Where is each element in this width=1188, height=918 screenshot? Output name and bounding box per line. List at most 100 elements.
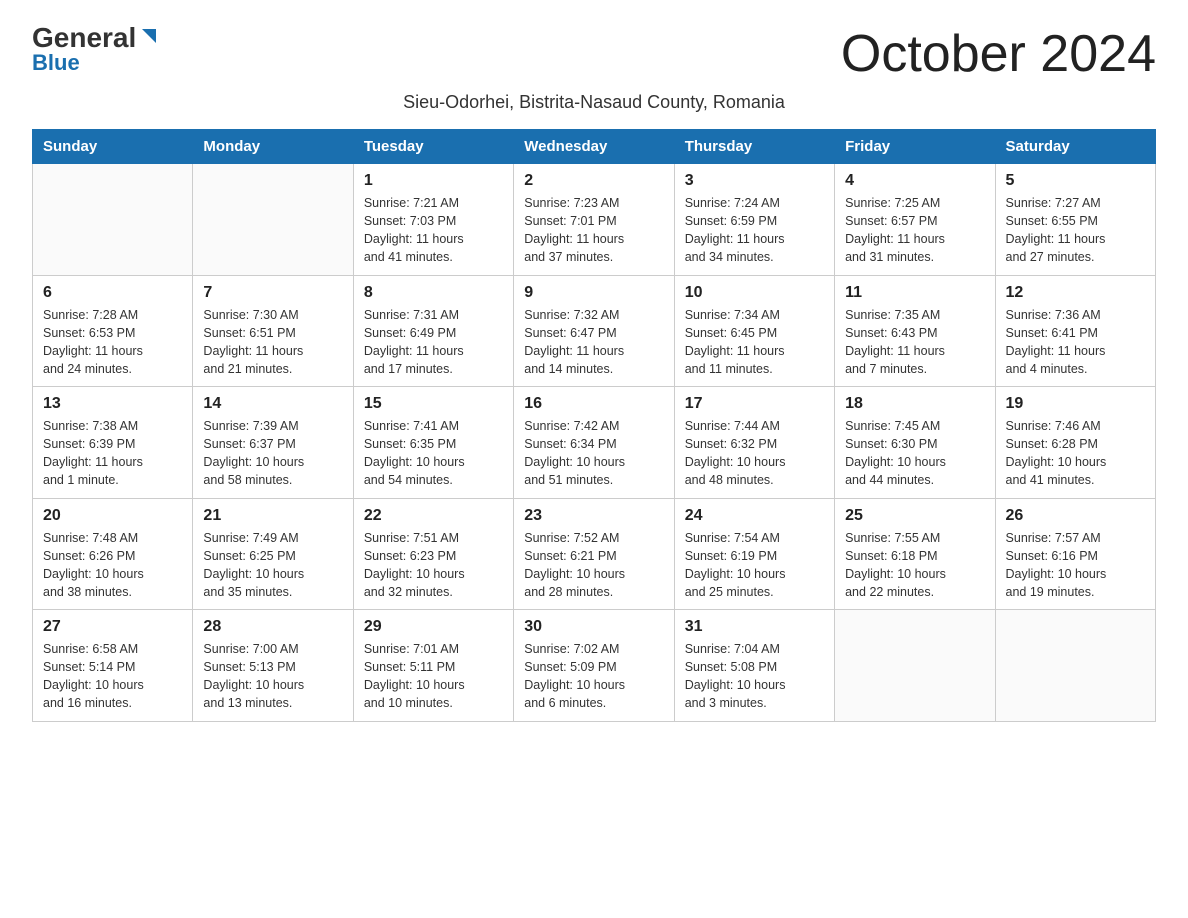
calendar-cell: 30Sunrise: 7:02 AM Sunset: 5:09 PM Dayli… — [514, 610, 674, 722]
calendar-cell: 18 Sunrise: 7:45 AM Sunset: 6:30 PM Dayli… — [835, 387, 995, 499]
cell-day-number: 8 — [364, 284, 503, 302]
cell-info-text: Sunrise: 7:38 AM Sunset: 6:39 PM Dayligh… — [43, 417, 182, 490]
calendar-cell: 4 Sunrise: 7:25 AM Sunset: 6:57 PM Daylig… — [835, 164, 995, 276]
calendar-cell: 17 Sunrise: 7:44 AM Sunset: 6:32 PM Dayli… — [674, 387, 834, 499]
calendar-cell: 25 Sunrise: 7:55 AM Sunset: 6:18 PM Dayli… — [835, 498, 995, 610]
cell-day-number: 3 — [685, 172, 824, 190]
cell-info-text: Sunrise: 7:02 AM Sunset: 5:09 PM Dayligh… — [524, 640, 663, 713]
cell-info-text: Sunrise: 7:34 AM Sunset: 6:45 PM Dayligh… — [685, 306, 824, 379]
cell-day-number: 22 — [364, 507, 503, 525]
cell-day-number: 18 — [845, 395, 984, 413]
calendar-header-thursday: Thursday — [674, 130, 834, 164]
cell-info-text: Sunrise: 7:42 AM Sunset: 6:34 PM Dayligh… — [524, 417, 663, 490]
cell-day-number: 6 — [43, 284, 182, 302]
cell-day-number: 10 — [685, 284, 824, 302]
cell-day-number: 27 — [43, 618, 182, 636]
cell-day-number: 23 — [524, 507, 663, 525]
calendar: SundayMondayTuesdayWednesdayThursdayFrid… — [32, 129, 1156, 722]
calendar-cell: 20 Sunrise: 7:48 AM Sunset: 6:26 PM Dayli… — [33, 498, 193, 610]
cell-info-text: Sunrise: 7:04 AM Sunset: 5:08 PM Dayligh… — [685, 640, 824, 713]
calendar-cell: 24 Sunrise: 7:54 AM Sunset: 6:19 PM Dayli… — [674, 498, 834, 610]
cell-info-text: Sunrise: 7:32 AM Sunset: 6:47 PM Dayligh… — [524, 306, 663, 379]
calendar-cell: 14Sunrise: 7:39 AM Sunset: 6:37 PM Dayli… — [193, 387, 353, 499]
cell-info-text: Sunrise: 7:49 AM Sunset: 6:25 PM Dayligh… — [203, 529, 342, 602]
cell-info-text: Sunrise: 7:45 AM Sunset: 6:30 PM Dayligh… — [845, 417, 984, 490]
cell-day-number: 13 — [43, 395, 182, 413]
logo-triangle-icon — [138, 25, 160, 47]
cell-day-number: 11 — [845, 284, 984, 302]
logo-blue: Blue — [32, 50, 80, 76]
cell-day-number: 20 — [43, 507, 182, 525]
cell-info-text: Sunrise: 7:00 AM Sunset: 5:13 PM Dayligh… — [203, 640, 342, 713]
cell-info-text: Sunrise: 6:58 AM Sunset: 5:14 PM Dayligh… — [43, 640, 182, 713]
calendar-cell — [995, 610, 1155, 722]
cell-info-text: Sunrise: 7:25 AM Sunset: 6:57 PM Dayligh… — [845, 194, 984, 267]
cell-day-number: 12 — [1006, 284, 1145, 302]
calendar-cell — [33, 164, 193, 276]
calendar-cell: 19Sunrise: 7:46 AM Sunset: 6:28 PM Dayli… — [995, 387, 1155, 499]
calendar-week-row: 13 Sunrise: 7:38 AM Sunset: 6:39 PM Dayli… — [33, 387, 1156, 499]
calendar-cell: 5Sunrise: 7:27 AM Sunset: 6:55 PM Daylig… — [995, 164, 1155, 276]
cell-info-text: Sunrise: 7:30 AM Sunset: 6:51 PM Dayligh… — [203, 306, 342, 379]
cell-info-text: Sunrise: 7:01 AM Sunset: 5:11 PM Dayligh… — [364, 640, 503, 713]
calendar-header-wednesday: Wednesday — [514, 130, 674, 164]
cell-day-number: 16 — [524, 395, 663, 413]
cell-info-text: Sunrise: 7:51 AM Sunset: 6:23 PM Dayligh… — [364, 529, 503, 602]
calendar-cell: 7 Sunrise: 7:30 AM Sunset: 6:51 PM Daylig… — [193, 275, 353, 387]
cell-info-text: Sunrise: 7:55 AM Sunset: 6:18 PM Dayligh… — [845, 529, 984, 602]
cell-info-text: Sunrise: 7:48 AM Sunset: 6:26 PM Dayligh… — [43, 529, 182, 602]
calendar-cell — [193, 164, 353, 276]
cell-info-text: Sunrise: 7:57 AM Sunset: 6:16 PM Dayligh… — [1006, 529, 1145, 602]
calendar-header-tuesday: Tuesday — [353, 130, 513, 164]
calendar-header-friday: Friday — [835, 130, 995, 164]
calendar-header-row: SundayMondayTuesdayWednesdayThursdayFrid… — [33, 130, 1156, 164]
cell-day-number: 31 — [685, 618, 824, 636]
calendar-week-row: 27 Sunrise: 6:58 AM Sunset: 5:14 PM Dayli… — [33, 610, 1156, 722]
cell-day-number: 14 — [203, 395, 342, 413]
calendar-cell: 22 Sunrise: 7:51 AM Sunset: 6:23 PM Dayli… — [353, 498, 513, 610]
cell-info-text: Sunrise: 7:28 AM Sunset: 6:53 PM Dayligh… — [43, 306, 182, 379]
calendar-week-row: 1Sunrise: 7:21 AM Sunset: 7:03 PM Daylig… — [33, 164, 1156, 276]
calendar-cell: 29Sunrise: 7:01 AM Sunset: 5:11 PM Dayli… — [353, 610, 513, 722]
cell-info-text: Sunrise: 7:21 AM Sunset: 7:03 PM Dayligh… — [364, 194, 503, 267]
cell-day-number: 4 — [845, 172, 984, 190]
cell-info-text: Sunrise: 7:35 AM Sunset: 6:43 PM Dayligh… — [845, 306, 984, 379]
cell-day-number: 25 — [845, 507, 984, 525]
calendar-header-saturday: Saturday — [995, 130, 1155, 164]
cell-info-text: Sunrise: 7:44 AM Sunset: 6:32 PM Dayligh… — [685, 417, 824, 490]
page-title: October 2024 — [841, 24, 1156, 84]
cell-info-text: Sunrise: 7:52 AM Sunset: 6:21 PM Dayligh… — [524, 529, 663, 602]
cell-info-text: Sunrise: 7:41 AM Sunset: 6:35 PM Dayligh… — [364, 417, 503, 490]
calendar-header-sunday: Sunday — [33, 130, 193, 164]
cell-day-number: 5 — [1006, 172, 1145, 190]
cell-day-number: 7 — [203, 284, 342, 302]
cell-day-number: 2 — [524, 172, 663, 190]
calendar-cell: 1Sunrise: 7:21 AM Sunset: 7:03 PM Daylig… — [353, 164, 513, 276]
subtitle: Sieu-Odorhei, Bistrita-Nasaud County, Ro… — [32, 92, 1156, 113]
calendar-cell: 23 Sunrise: 7:52 AM Sunset: 6:21 PM Dayli… — [514, 498, 674, 610]
cell-day-number: 19 — [1006, 395, 1145, 413]
cell-day-number: 28 — [203, 618, 342, 636]
cell-day-number: 9 — [524, 284, 663, 302]
calendar-cell: 12 Sunrise: 7:36 AM Sunset: 6:41 PM Dayli… — [995, 275, 1155, 387]
cell-info-text: Sunrise: 7:54 AM Sunset: 6:19 PM Dayligh… — [685, 529, 824, 602]
calendar-cell: 15 Sunrise: 7:41 AM Sunset: 6:35 PM Dayli… — [353, 387, 513, 499]
cell-day-number: 15 — [364, 395, 503, 413]
calendar-cell: 13 Sunrise: 7:38 AM Sunset: 6:39 PM Dayli… — [33, 387, 193, 499]
cell-info-text: Sunrise: 7:31 AM Sunset: 6:49 PM Dayligh… — [364, 306, 503, 379]
calendar-cell: 11 Sunrise: 7:35 AM Sunset: 6:43 PM Dayli… — [835, 275, 995, 387]
calendar-cell: 16 Sunrise: 7:42 AM Sunset: 6:34 PM Dayli… — [514, 387, 674, 499]
calendar-cell: 9 Sunrise: 7:32 AM Sunset: 6:47 PM Daylig… — [514, 275, 674, 387]
cell-day-number: 24 — [685, 507, 824, 525]
calendar-week-row: 20 Sunrise: 7:48 AM Sunset: 6:26 PM Dayli… — [33, 498, 1156, 610]
logo: General Blue — [32, 24, 160, 76]
calendar-cell: 26Sunrise: 7:57 AM Sunset: 6:16 PM Dayli… — [995, 498, 1155, 610]
calendar-header-monday: Monday — [193, 130, 353, 164]
cell-info-text: Sunrise: 7:36 AM Sunset: 6:41 PM Dayligh… — [1006, 306, 1145, 379]
calendar-cell: 31 Sunrise: 7:04 AM Sunset: 5:08 PM Dayli… — [674, 610, 834, 722]
calendar-cell: 27 Sunrise: 6:58 AM Sunset: 5:14 PM Dayli… — [33, 610, 193, 722]
calendar-cell: 28 Sunrise: 7:00 AM Sunset: 5:13 PM Dayli… — [193, 610, 353, 722]
calendar-week-row: 6 Sunrise: 7:28 AM Sunset: 6:53 PM Daylig… — [33, 275, 1156, 387]
cell-day-number: 17 — [685, 395, 824, 413]
logo-general: General — [32, 24, 136, 52]
